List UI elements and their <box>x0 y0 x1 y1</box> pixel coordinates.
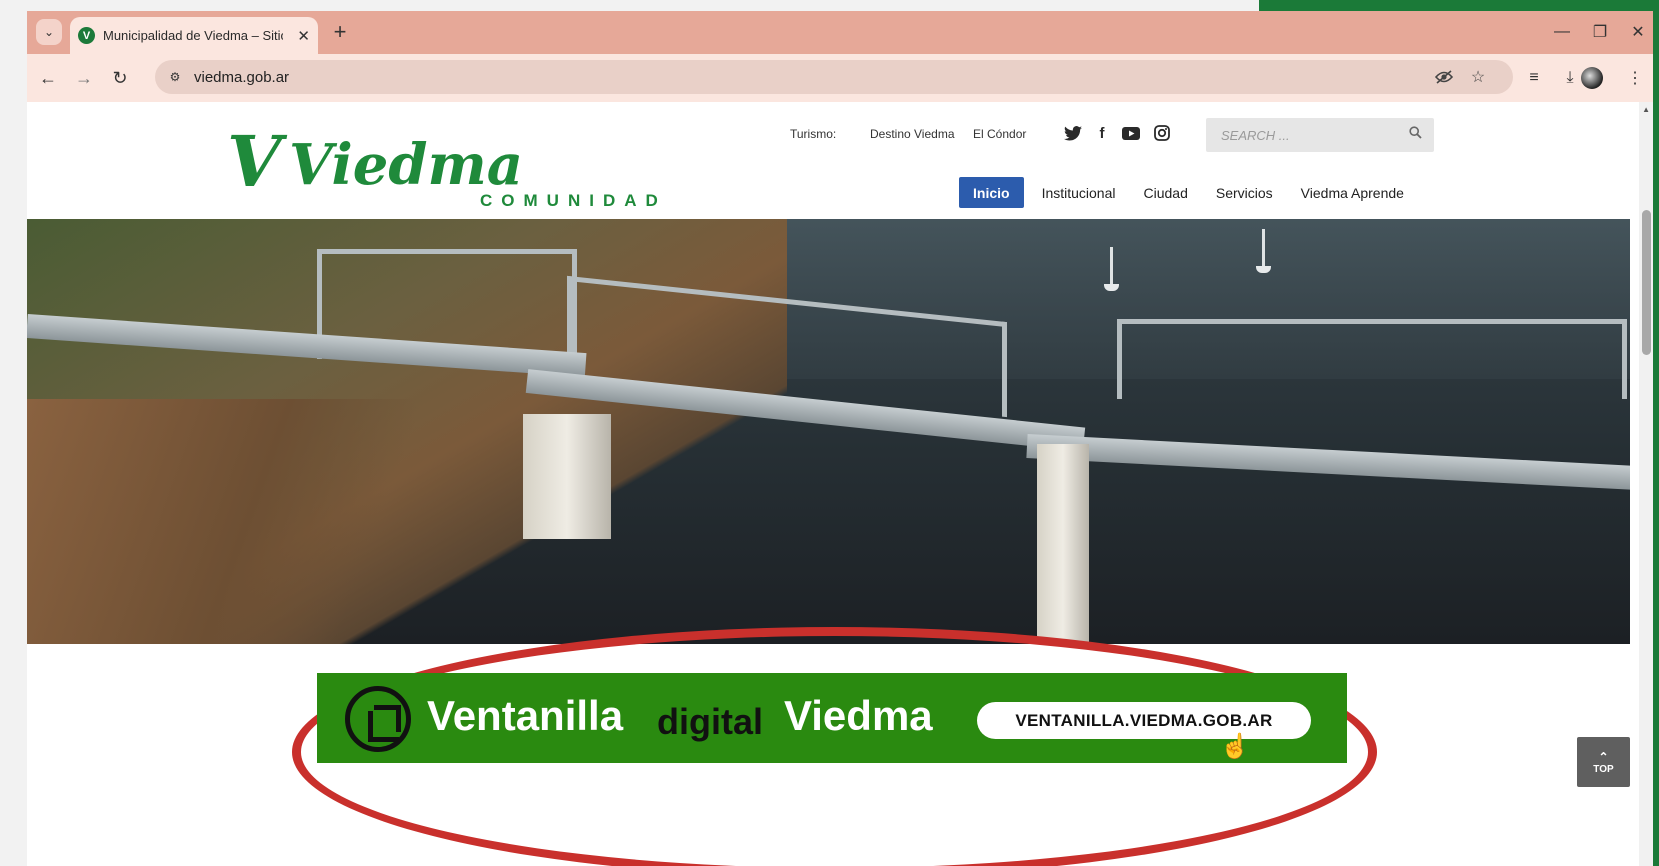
back-button[interactable]: ← <box>34 64 62 92</box>
search-input[interactable] <box>1221 127 1401 143</box>
reload-icon: ↻ <box>112 67 128 88</box>
twitter-icon[interactable] <box>1062 122 1084 144</box>
ventanilla-digital-banner[interactable]: Ventanilla digital Viedma VENTANILLA.VIE… <box>317 673 1347 763</box>
minimize-button[interactable]: — <box>1547 19 1577 45</box>
tune-icon[interactable]: ⚙ <box>164 66 186 88</box>
link-el-condor[interactable]: El Cóndor <box>973 127 1026 141</box>
hand-cursor-icon: ☝ <box>1220 733 1250 760</box>
kebab-menu-icon[interactable]: ⋮ <box>1621 64 1649 92</box>
restore-button[interactable]: ❐ <box>1585 19 1615 45</box>
left-backdrop <box>0 0 27 866</box>
scrollbar[interactable]: ▲ <box>1639 102 1653 866</box>
ventanilla-url-button[interactable]: VENTANILLA.VIEDMA.GOB.AR <box>977 702 1311 739</box>
avatar[interactable] <box>1581 67 1603 89</box>
new-tab-button[interactable]: + <box>327 19 353 45</box>
tab-title: Municipalidad de Viedma – Sitio <box>103 28 283 43</box>
banner-word-ventanilla: Ventanilla <box>427 692 624 739</box>
minimize-icon: — <box>1554 23 1570 40</box>
browser-window: ⌄ V Municipalidad de Viedma – Sitio ✕ + … <box>27 11 1653 866</box>
scroll-up-arrow-icon[interactable]: ▲ <box>1642 105 1650 114</box>
eye-off-icon[interactable] <box>1433 66 1455 88</box>
download-icon[interactable]: ⤓ <box>1556 64 1584 92</box>
forward-button[interactable]: → <box>70 64 98 92</box>
active-tab[interactable]: V Municipalidad de Viedma – Sitio ✕ <box>70 17 318 54</box>
logo-initial: V <box>227 120 282 203</box>
web-page: V Viedma COMUNIDAD Turismo: Destino Vied… <box>27 102 1653 866</box>
menu-item-institucional[interactable]: Institucional <box>1028 177 1130 208</box>
reload-button[interactable]: ↻ <box>106 64 134 92</box>
viedma-logo[interactable]: V Viedma COMUNIDAD <box>227 117 697 210</box>
address-bar[interactable]: ⚙ viedma.gob.ar ☆ <box>155 60 1513 94</box>
menu-item-viedma-aprende[interactable]: Viedma Aprende <box>1287 177 1418 208</box>
menu-item-servicios[interactable]: Servicios <box>1202 177 1287 208</box>
tab-search-button[interactable]: ⌄ <box>36 19 62 45</box>
menu-item-ciudad[interactable]: Ciudad <box>1130 177 1202 208</box>
instagram-icon[interactable] <box>1151 122 1173 144</box>
viedma-favicon-icon: V <box>78 27 95 44</box>
main-menu: Inicio Institucional Ciudad Servicios Vi… <box>959 177 1418 208</box>
banner-word-digital: digital <box>657 701 763 742</box>
close-window-button[interactable]: ✕ <box>1623 19 1653 45</box>
restore-icon: ❐ <box>1592 24 1608 41</box>
green-corner-decoration <box>1259 0 1659 11</box>
plus-icon: + <box>333 19 347 44</box>
ventanilla-logo-icon <box>345 686 411 752</box>
menu-item-inicio[interactable]: Inicio <box>959 177 1024 208</box>
close-icon: ✕ <box>1631 24 1645 41</box>
scrollbar-thumb[interactable] <box>1642 210 1651 355</box>
scroll-to-top-button[interactable]: ⌃ TOP <box>1577 737 1630 787</box>
tab-strip: ⌄ V Municipalidad de Viedma – Sitio ✕ + … <box>27 11 1653 54</box>
green-edge-decoration <box>1653 0 1659 866</box>
arrow-left-icon: ← <box>39 67 57 88</box>
chevron-up-icon: ⌃ <box>1598 749 1609 764</box>
top-label: TOP <box>1593 763 1614 775</box>
logo-subtitle: COMUNIDAD <box>480 191 667 210</box>
link-destino-viedma[interactable]: Destino Viedma <box>870 127 955 141</box>
url-text[interactable]: viedma.gob.ar <box>194 69 289 86</box>
search-box <box>1206 118 1434 152</box>
youtube-icon[interactable] <box>1120 122 1142 144</box>
chevron-down-icon: ⌄ <box>43 25 55 39</box>
reading-list-icon[interactable]: ≡ <box>1520 64 1548 92</box>
star-icon[interactable]: ☆ <box>1467 66 1489 88</box>
facebook-icon[interactable]: f <box>1091 122 1113 144</box>
browser-toolbar: ← → ↻ ⚙ viedma.gob.ar ☆ ≡ ⤓ ⋮ <box>27 54 1653 102</box>
banner-word-viedma: Viedma <box>784 692 933 739</box>
close-icon[interactable]: ✕ <box>297 27 310 45</box>
turismo-label: Turismo: <box>790 127 837 141</box>
search-icon[interactable] <box>1409 126 1422 142</box>
arrow-right-icon: → <box>75 67 93 88</box>
hero-bridge-image <box>27 219 1630 644</box>
